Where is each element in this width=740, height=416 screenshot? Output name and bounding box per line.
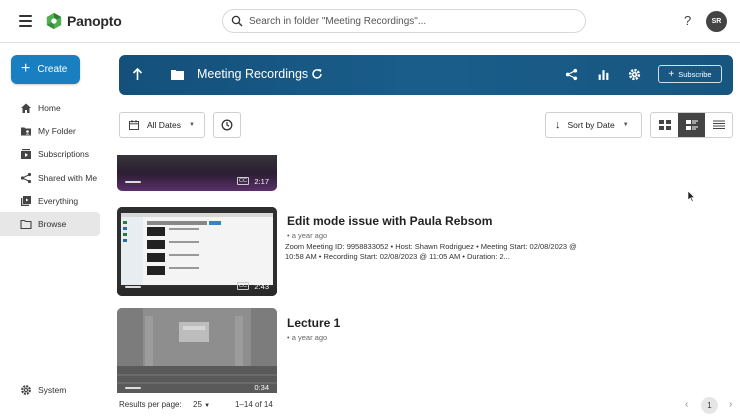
- grid-view-button[interactable]: [651, 113, 678, 137]
- results-per-page-label: Results per page:: [119, 400, 182, 409]
- screen-preview-image: [117, 207, 277, 296]
- avatar[interactable]: SR: [706, 11, 727, 32]
- search-icon: [231, 15, 243, 27]
- session-description: Zoom Meeting ID: 9958833052 • Host: Shaw…: [285, 242, 577, 261]
- session-list: CC 2:17 CC 2:43 Edit mode issue with Pau…: [117, 155, 737, 393]
- create-button[interactable]: + Create: [11, 55, 80, 84]
- sidebar-item-label: Everything: [38, 195, 79, 206]
- page-number-button[interactable]: 1: [701, 397, 718, 414]
- clock-icon: [221, 119, 233, 131]
- arrow-down-icon: ↓: [555, 119, 561, 131]
- my-folder-icon: [21, 127, 31, 136]
- plus-icon: +: [21, 59, 31, 77]
- progress-indicator: [125, 181, 141, 183]
- app-name: Panopto: [67, 13, 122, 29]
- chevron-down-icon: ▼: [622, 122, 629, 128]
- results-per-page-select[interactable]: 25 ▼: [193, 400, 210, 409]
- progress-indicator: [125, 286, 141, 288]
- create-label: Create: [37, 64, 68, 75]
- sidebar-item-home[interactable]: Home: [0, 96, 100, 119]
- sidebar-item-label: Home: [38, 102, 61, 113]
- sort-dropdown[interactable]: ↓ Sort by Date ▼: [545, 112, 642, 138]
- share-icon: [20, 172, 32, 183]
- folder-icon: [20, 220, 32, 230]
- chevron-left-icon[interactable]: ‹: [685, 399, 688, 410]
- refresh-icon[interactable]: [311, 68, 323, 80]
- results-per-page-value: 25: [193, 400, 202, 409]
- session-age: • a year ago: [287, 333, 328, 342]
- arrow-up-icon[interactable]: [132, 67, 143, 81]
- gear-icon: [21, 385, 31, 395]
- grid-icon: [658, 120, 671, 130]
- menu-icon[interactable]: [19, 15, 32, 27]
- mouse-cursor-icon: [688, 191, 696, 202]
- session-age-text: a year ago: [291, 231, 328, 240]
- sidebar-item-browse[interactable]: Browse: [0, 212, 100, 236]
- share-icon[interactable]: [565, 68, 578, 81]
- calendar-icon: [129, 120, 139, 130]
- session-title[interactable]: Edit mode issue with Paula Rebsom: [287, 214, 492, 228]
- list-icon: [712, 120, 725, 129]
- session-thumbnail[interactable]: CC 2:43: [117, 207, 277, 296]
- folder-title: Meeting Recordings: [197, 67, 309, 81]
- session-age-text: a year ago: [291, 333, 328, 342]
- cc-badge: CC: [237, 282, 249, 290]
- date-filter-dropdown[interactable]: All Dates ▼: [119, 112, 205, 138]
- session-thumbnail[interactable]: CC 2:17: [117, 155, 277, 191]
- sidebar-item-my-folder[interactable]: My Folder: [0, 119, 100, 142]
- top-bar: Panopto ? SR: [0, 0, 740, 43]
- sidebar-item-subscriptions[interactable]: Subscriptions: [0, 143, 100, 166]
- session-thumbnail[interactable]: 0:34: [117, 308, 277, 393]
- sidebar-item-label: Subscriptions: [38, 149, 90, 160]
- sidebar-item-system[interactable]: System: [20, 384, 66, 396]
- subscribe-button[interactable]: + Subscribe: [658, 65, 722, 83]
- everything-icon: [21, 195, 31, 206]
- duration-label: 0:34: [254, 383, 269, 392]
- sidebar-item-label: My Folder: [38, 125, 76, 136]
- subscribe-label: Subscribe: [678, 69, 712, 79]
- plus-icon: +: [668, 68, 675, 80]
- sidebar: + Create Home My Folder Subscriptions Sh…: [0, 43, 108, 416]
- folder-header: Meeting Recordings + Subscribe: [119, 55, 733, 95]
- help-button[interactable]: ?: [684, 13, 691, 28]
- system-label: System: [38, 385, 67, 395]
- session-title[interactable]: Lecture 1: [287, 316, 340, 330]
- panopto-logo-icon: [46, 12, 62, 30]
- results-range: 1–14 of 14: [235, 400, 273, 409]
- duration-label: 2:43: [254, 282, 269, 291]
- sidebar-nav: Home My Folder Subscriptions Shared with…: [0, 96, 100, 236]
- chevron-right-icon[interactable]: ›: [729, 399, 732, 410]
- panopto-logo[interactable]: Panopto: [45, 12, 122, 30]
- folder-icon: [171, 70, 184, 80]
- session-age: • a year ago: [287, 231, 328, 240]
- chevron-down-icon: ▼: [189, 122, 195, 128]
- progress-indicator: [125, 387, 141, 389]
- pagination-footer: Results per page: 25 ▼ 1–14 of 14 ‹ 1 ›: [119, 397, 739, 416]
- search-input[interactable]: [249, 15, 569, 27]
- chevron-down-icon: ▼: [204, 403, 211, 409]
- sort-label: Sort by Date: [567, 120, 615, 130]
- stats-icon[interactable]: [597, 68, 610, 81]
- sidebar-item-everything[interactable]: Everything: [0, 189, 100, 212]
- duration-label: 2:17: [254, 177, 269, 186]
- view-toggle: [650, 112, 733, 138]
- date-filter-label: All Dates: [147, 120, 182, 130]
- gear-icon[interactable]: [628, 68, 641, 81]
- sidebar-item-label: Browse: [38, 219, 67, 230]
- sidebar-item-shared-with-me[interactable]: Shared with Me: [0, 166, 100, 189]
- lecture-hall-image: [117, 308, 277, 393]
- home-icon: [21, 103, 31, 113]
- detail-view-button[interactable]: [678, 113, 705, 137]
- detail-list-icon: [685, 120, 698, 130]
- list-view-button[interactable]: [705, 113, 732, 137]
- subscriptions-icon: [21, 149, 31, 160]
- search-box[interactable]: [222, 9, 586, 33]
- history-button[interactable]: [213, 112, 241, 138]
- sidebar-item-label: Shared with Me: [38, 172, 98, 183]
- cc-badge: CC: [237, 177, 249, 185]
